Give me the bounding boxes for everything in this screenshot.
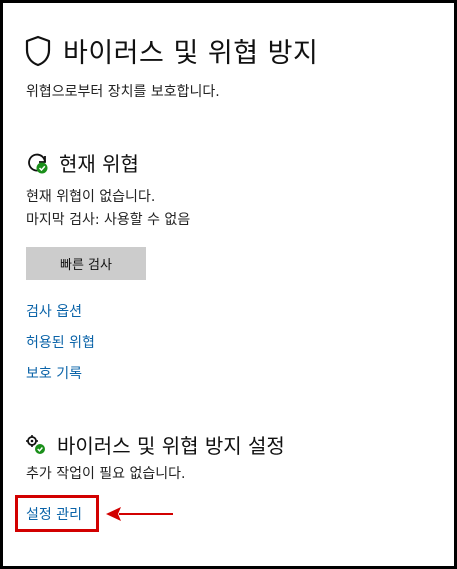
settings-header: 바이러스 및 위협 방지 설정 bbox=[25, 430, 285, 459]
page-header: 바이러스 및 위협 방지 bbox=[25, 31, 318, 70]
current-threats-title: 현재 위협 bbox=[59, 152, 139, 176]
shield-icon bbox=[25, 35, 51, 66]
manage-settings-link[interactable]: 설정 관리 bbox=[26, 504, 82, 524]
annotation-arrow-icon bbox=[106, 507, 173, 521]
page-title: 바이러스 및 위협 방지 bbox=[63, 38, 319, 69]
current-threats-header: 현재 위협 bbox=[25, 148, 139, 177]
settings-title: 바이러스 및 위협 방지 설정 bbox=[57, 434, 285, 458]
settings-gears-icon bbox=[26, 434, 45, 454]
threat-refresh-icon bbox=[28, 153, 48, 173]
last-scan-text: 마지막 검사: 사용할 수 없음 bbox=[26, 212, 191, 228]
threat-status-text: 현재 위협이 없습니다. bbox=[26, 189, 156, 205]
protection-history-link[interactable]: 보호 기록 bbox=[26, 363, 82, 383]
window-frame: 바이러스 및 위협 방지 위협으로부터 장치를 보호합니다. 현재 위협 현재 … bbox=[0, 0, 457, 569]
page-subtitle: 위협으로부터 장치를 보호합니다. bbox=[26, 84, 220, 100]
allowed-threats-link[interactable]: 허용된 위협 bbox=[26, 332, 95, 352]
scan-options-link[interactable]: 검사 옵션 bbox=[26, 301, 82, 321]
settings-status-text: 추가 작업이 필요 없습니다. bbox=[26, 466, 186, 482]
quick-scan-button[interactable]: 빠른 검사 bbox=[26, 247, 146, 280]
